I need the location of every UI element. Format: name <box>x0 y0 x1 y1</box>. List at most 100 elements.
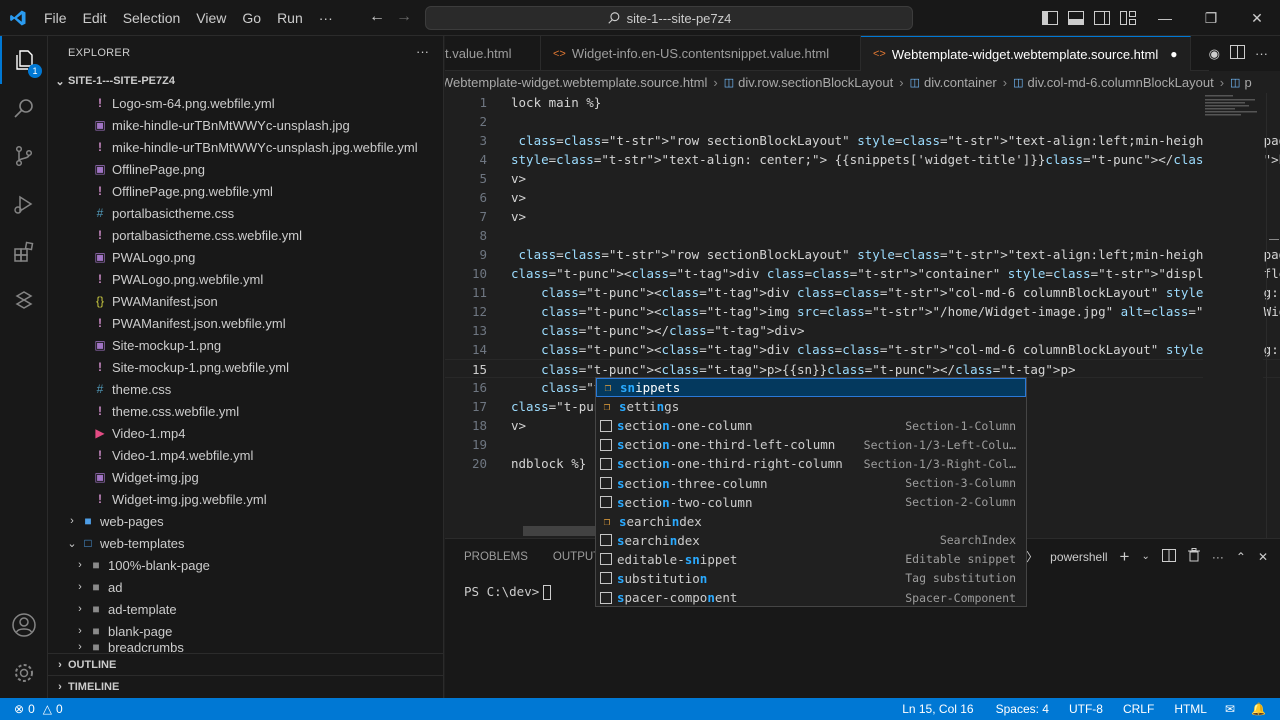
file-item[interactable]: ▣ Site-mockup-1.png <box>48 334 443 356</box>
tab-widget-info[interactable]: <> Widget-info.en-US.contentsnippet.valu… <box>541 36 861 71</box>
encoding[interactable]: UTF-8 <box>1061 702 1111 716</box>
line-ending[interactable]: CRLF <box>1115 702 1162 716</box>
forward-arrow-icon[interactable]: → <box>396 8 412 26</box>
folder-web-templates[interactable]: ⌄ □ web-templates <box>48 532 443 554</box>
file-item[interactable]: # theme.css <box>48 378 443 400</box>
suggest-widget[interactable]: ❐ snippets ❐ settings section-one-column Sect… <box>595 377 1027 607</box>
feedback-icon[interactable]: ✉ <box>1217 702 1243 716</box>
file-item[interactable]: ▣ PWALogo.png <box>48 246 443 268</box>
problems-status[interactable]: ⊗ 0 △ 0 <box>0 702 71 716</box>
accounts-icon[interactable] <box>0 601 48 649</box>
vertical-scrollbar[interactable] <box>1266 93 1280 538</box>
suggestion-item[interactable]: section-two-column Section-2-Column <box>596 493 1026 512</box>
restore-icon[interactable]: ❐ <box>1188 0 1234 36</box>
menu-more[interactable]: ··· <box>311 0 341 36</box>
split-editor-icon[interactable] <box>1230 45 1245 62</box>
folder-ad[interactable]: › ■ ad <box>48 576 443 598</box>
more-actions-icon[interactable]: ··· <box>1255 46 1268 61</box>
file-item[interactable]: # portalbasictheme.css <box>48 202 443 224</box>
unsaved-dot-icon[interactable]: ● <box>1170 47 1177 61</box>
file-item[interactable]: ▶ Video-1.mp4 <box>48 422 443 444</box>
file-item[interactable]: ! Video-1.mp4.webfile.yml <box>48 444 443 466</box>
suggestion-item[interactable]: section-one-column Section-1-Column <box>596 416 1026 435</box>
command-center[interactable]: site-1---site-pe7z4 <box>425 6 913 30</box>
new-terminal-icon[interactable]: + <box>1120 547 1130 567</box>
language-mode[interactable]: HTML <box>1166 702 1215 716</box>
file-item[interactable]: ! Logo-sm-64.png.webfile.yml <box>48 92 443 114</box>
file-item[interactable]: {} PWAManifest.json <box>48 290 443 312</box>
file-item[interactable]: ! Widget-img.jpg.webfile.yml <box>48 488 443 510</box>
tab-output[interactable]: OUTPUT <box>553 551 600 563</box>
workspace-folder[interactable]: ⌄ SITE-1---SITE-PE7Z4 <box>48 70 443 92</box>
file-item[interactable]: ! Site-mockup-1.png.webfile.yml <box>48 356 443 378</box>
suggestion-item[interactable]: substitution Tag substitution <box>596 569 1026 588</box>
minimize-icon[interactable]: — <box>1142 0 1188 36</box>
breadcrumb-item[interactable]: div.row.sectionBlockLayout <box>738 75 893 90</box>
file-item[interactable]: ! OfflinePage.png.webfile.yml <box>48 180 443 202</box>
timeline-section[interactable]: › TIMELINE <box>48 675 443 697</box>
power-pages-icon[interactable] <box>0 276 48 324</box>
run-debug-icon[interactable] <box>0 180 48 228</box>
folder-100-blank-page[interactable]: › ■ 100%-blank-page <box>48 554 443 576</box>
suggestion-item[interactable]: editable-snippet Editable snippet <box>596 550 1026 569</box>
tab-webtemplate-widget[interactable]: <> Webtemplate-widget.webtemplate.source… <box>861 36 1191 71</box>
suggestion-item[interactable]: ❐ searchindex <box>596 512 1026 531</box>
maximize-panel-icon[interactable]: ⌃ <box>1236 550 1246 564</box>
split-terminal-icon[interactable] <box>1161 548 1176 565</box>
menu-view[interactable]: View <box>188 0 234 36</box>
terminal-shell-label[interactable]: powershell <box>1050 550 1107 564</box>
menu-edit[interactable]: Edit <box>75 0 115 36</box>
manage-gear-icon[interactable] <box>0 649 48 697</box>
menu-run[interactable]: Run <box>269 0 311 36</box>
search-view-icon[interactable] <box>0 84 48 132</box>
suggestion-item[interactable]: section-one-third-right-column Section-1/… <box>596 454 1026 473</box>
toggle-secondary-sidebar-icon[interactable] <box>1089 0 1115 36</box>
suggestion-item[interactable]: spacer-component Spacer-Component <box>596 588 1026 607</box>
source-control-icon[interactable] <box>0 132 48 180</box>
notifications-bell-icon[interactable]: 🔔 <box>1243 702 1274 716</box>
file-item[interactable]: ! portalbasictheme.css.webfile.yml <box>48 224 443 246</box>
trash-icon[interactable] <box>1187 548 1200 565</box>
toggle-sidebar-icon[interactable] <box>1037 0 1063 36</box>
file-item[interactable]: ! PWALogo.png.webfile.yml <box>48 268 443 290</box>
extensions-icon[interactable] <box>0 228 48 276</box>
tab-problems[interactable]: PROBLEMS <box>464 551 528 563</box>
menu-selection[interactable]: Selection <box>115 0 189 36</box>
terminal[interactable]: PS C:\dev> <box>464 584 552 600</box>
minimap[interactable] <box>1203 93 1263 538</box>
breadcrumb-item[interactable]: div.container <box>924 75 997 90</box>
more-actions-icon[interactable]: ··· <box>1212 550 1224 564</box>
folder-web-pages[interactable]: › ■ web-pages <box>48 510 443 532</box>
toggle-panel-icon[interactable] <box>1063 0 1089 36</box>
breadcrumb-file[interactable]: Webtemplate-widget.webtemplate.source.ht… <box>445 75 707 90</box>
preview-icon[interactable]: ◉ <box>1209 46 1220 62</box>
breadcrumb-item[interactable]: div.col-md-6.columnBlockLayout <box>1028 75 1214 90</box>
outline-section[interactable]: › OUTLINE <box>48 653 443 675</box>
more-actions-icon[interactable]: ··· <box>416 44 429 59</box>
cursor-position[interactable]: Ln 15, Col 16 <box>894 702 981 716</box>
folder-blank-page[interactable]: › ■ blank-page <box>48 620 443 642</box>
menu-go[interactable]: Go <box>234 0 269 36</box>
back-arrow-icon[interactable]: ← <box>369 8 385 26</box>
tab-value-html[interactable]: t.value.html <box>445 36 541 71</box>
suggestion-item[interactable]: ❐ settings <box>596 397 1026 416</box>
file-item[interactable]: ▣ OfflinePage.png <box>48 158 443 180</box>
file-item[interactable]: ! PWAManifest.json.webfile.yml <box>48 312 443 334</box>
explorer-icon[interactable]: 1 <box>0 36 48 84</box>
file-item[interactable]: ▣ mike-hindle-urTBnMtWWYc-unsplash.jpg <box>48 114 443 136</box>
close-window-icon[interactable]: ✕ <box>1234 0 1280 36</box>
close-panel-icon[interactable]: ✕ <box>1258 550 1268 564</box>
suggestion-item[interactable]: section-one-third-left-column Section-1/3… <box>596 435 1026 454</box>
file-item[interactable]: ▣ Widget-img.jpg <box>48 466 443 488</box>
file-item[interactable]: ! mike-hindle-urTBnMtWWYc-unsplash.jpg.we… <box>48 136 443 158</box>
folder-breadcrumbs[interactable]: › ■ breadcrumbs <box>48 642 443 652</box>
indentation[interactable]: Spaces: 4 <box>988 702 1057 716</box>
file-item[interactable]: ! theme.css.webfile.yml <box>48 400 443 422</box>
folder-ad-template[interactable]: › ■ ad-template <box>48 598 443 620</box>
customize-layout-icon[interactable] <box>1115 0 1141 36</box>
suggestion-item[interactable]: section-three-column Section-3-Column <box>596 473 1026 492</box>
suggestion-item[interactable]: searchindex SearchIndex <box>596 531 1026 550</box>
menu-file[interactable]: File <box>36 0 75 36</box>
breadcrumb-item[interactable]: p <box>1244 75 1251 90</box>
suggestion-item[interactable]: ❐ snippets <box>596 378 1026 398</box>
